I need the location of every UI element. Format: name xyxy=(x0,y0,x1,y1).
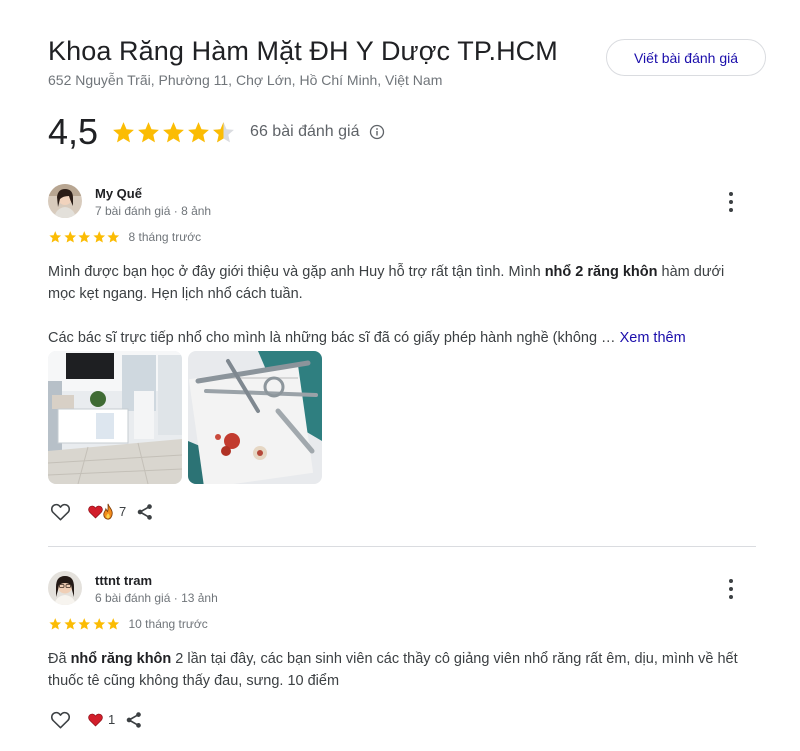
more-options-icon[interactable] xyxy=(728,579,734,599)
review-actions: 1 xyxy=(50,710,143,729)
place-title: Khoa Răng Hàm Mặt ĐH Y Dược TP.HCM xyxy=(48,36,558,66)
star-icon xyxy=(63,231,76,243)
reaction-count: 7 xyxy=(119,504,127,519)
share-icon[interactable] xyxy=(136,503,154,521)
rating-summary: 4,5 66 bài đánh giá xyxy=(48,110,385,154)
info-icon[interactable] xyxy=(369,124,385,140)
star-icon xyxy=(138,121,159,142)
place-address: 652 Nguyễn Trãi, Phường 11, Chợ Lớn, Hồ … xyxy=(48,72,443,88)
star-icon xyxy=(92,618,105,630)
review-stars xyxy=(48,230,121,244)
review-text: Đã nhổ răng khôn 2 lần tại đây, các bạn … xyxy=(48,651,738,689)
review-divider xyxy=(48,546,756,547)
star-icon xyxy=(107,618,120,630)
review-time: 10 tháng trước xyxy=(128,617,208,631)
star-icon xyxy=(113,121,134,142)
star-icon xyxy=(92,231,105,243)
star-icon xyxy=(78,618,91,630)
reactions[interactable]: 1 xyxy=(87,712,115,727)
review-time: 8 tháng trước xyxy=(128,230,202,244)
more-options-icon[interactable] xyxy=(728,192,734,212)
review-stars xyxy=(48,617,121,631)
review-count: 66 bài đánh giá xyxy=(250,123,360,140)
star-icon xyxy=(188,121,209,142)
half-star-icon xyxy=(213,121,234,142)
avatar[interactable] xyxy=(48,184,82,218)
star-icon xyxy=(63,618,76,630)
see-more-link[interactable]: Xem thêm xyxy=(620,330,686,346)
review-rating: 8 tháng trước xyxy=(48,230,201,244)
place-header: Khoa Răng Hàm Mặt ĐH Y Dược TP.HCM 652 N… xyxy=(48,30,768,90)
heart-reaction-icon xyxy=(88,713,103,727)
reactions[interactable]: 7 xyxy=(87,503,126,520)
fire-reaction-icon xyxy=(103,503,113,520)
rating-value: 4,5 xyxy=(48,111,99,152)
star-icon xyxy=(78,231,91,243)
review-actions: 7 xyxy=(50,502,154,521)
review-rating: 10 tháng trước xyxy=(48,617,208,631)
write-review-button[interactable]: Viết bài đánh giá xyxy=(606,39,766,76)
star-icon xyxy=(49,618,62,630)
review-photo[interactable] xyxy=(188,351,322,484)
heart-outline-icon[interactable] xyxy=(50,710,71,729)
review-photos xyxy=(48,351,328,484)
avatar[interactable] xyxy=(48,571,82,605)
heart-outline-icon[interactable] xyxy=(50,502,71,521)
share-icon[interactable] xyxy=(125,711,143,729)
reviewer-meta: 7 bài đánh giá · 8 ảnh xyxy=(95,204,212,218)
star-icon xyxy=(163,121,184,142)
reviewer-name[interactable]: My Quế xyxy=(95,186,142,201)
reviewer-name[interactable]: tttnt tram xyxy=(95,573,152,588)
star-icon xyxy=(107,231,120,243)
rating-stars xyxy=(111,120,236,145)
review-photo[interactable] xyxy=(48,351,182,484)
reaction-count: 1 xyxy=(108,712,116,727)
reviewer-meta: 6 bài đánh giá · 13 ảnh xyxy=(95,591,218,605)
star-icon xyxy=(49,231,62,243)
